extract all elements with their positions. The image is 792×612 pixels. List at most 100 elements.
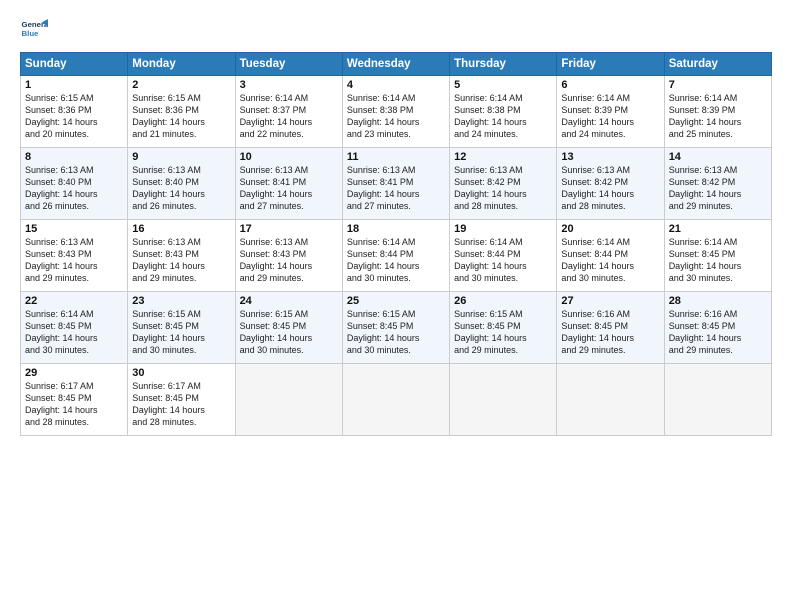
calendar-cell: 17Sunrise: 6:13 AMSunset: 8:43 PMDayligh…	[235, 220, 342, 292]
day-info: Sunrise: 6:13 AMSunset: 8:42 PMDaylight:…	[454, 164, 552, 213]
calendar-header-monday: Monday	[128, 53, 235, 76]
day-number: 16	[132, 223, 230, 235]
day-info: Sunrise: 6:15 AMSunset: 8:45 PMDaylight:…	[454, 308, 552, 357]
day-info: Sunrise: 6:13 AMSunset: 8:42 PMDaylight:…	[669, 164, 767, 213]
day-number: 9	[132, 151, 230, 163]
calendar-cell: 20Sunrise: 6:14 AMSunset: 8:44 PMDayligh…	[557, 220, 664, 292]
calendar-cell: 26Sunrise: 6:15 AMSunset: 8:45 PMDayligh…	[450, 292, 557, 364]
day-info: Sunrise: 6:14 AMSunset: 8:39 PMDaylight:…	[561, 92, 659, 141]
day-number: 10	[240, 151, 338, 163]
day-number: 13	[561, 151, 659, 163]
calendar-cell: 25Sunrise: 6:15 AMSunset: 8:45 PMDayligh…	[342, 292, 449, 364]
calendar-header-wednesday: Wednesday	[342, 53, 449, 76]
calendar-cell: 13Sunrise: 6:13 AMSunset: 8:42 PMDayligh…	[557, 148, 664, 220]
day-number: 8	[25, 151, 123, 163]
day-number: 25	[347, 295, 445, 307]
calendar-cell: 18Sunrise: 6:14 AMSunset: 8:44 PMDayligh…	[342, 220, 449, 292]
day-info: Sunrise: 6:13 AMSunset: 8:40 PMDaylight:…	[25, 164, 123, 213]
calendar-cell	[450, 364, 557, 436]
day-info: Sunrise: 6:15 AMSunset: 8:36 PMDaylight:…	[25, 92, 123, 141]
day-number: 30	[132, 367, 230, 379]
calendar-cell: 30Sunrise: 6:17 AMSunset: 8:45 PMDayligh…	[128, 364, 235, 436]
day-number: 28	[669, 295, 767, 307]
calendar-week-2: 8Sunrise: 6:13 AMSunset: 8:40 PMDaylight…	[21, 148, 772, 220]
day-info: Sunrise: 6:15 AMSunset: 8:45 PMDaylight:…	[240, 308, 338, 357]
day-number: 2	[132, 79, 230, 91]
day-info: Sunrise: 6:17 AMSunset: 8:45 PMDaylight:…	[132, 380, 230, 429]
calendar-week-5: 29Sunrise: 6:17 AMSunset: 8:45 PMDayligh…	[21, 364, 772, 436]
day-info: Sunrise: 6:15 AMSunset: 8:45 PMDaylight:…	[132, 308, 230, 357]
day-number: 18	[347, 223, 445, 235]
svg-text:Blue: Blue	[22, 29, 40, 38]
calendar-cell: 15Sunrise: 6:13 AMSunset: 8:43 PMDayligh…	[21, 220, 128, 292]
calendar-header-row: SundayMondayTuesdayWednesdayThursdayFrid…	[21, 53, 772, 76]
day-number: 7	[669, 79, 767, 91]
day-number: 21	[669, 223, 767, 235]
day-number: 20	[561, 223, 659, 235]
day-info: Sunrise: 6:15 AMSunset: 8:45 PMDaylight:…	[347, 308, 445, 357]
day-number: 11	[347, 151, 445, 163]
day-info: Sunrise: 6:14 AMSunset: 8:37 PMDaylight:…	[240, 92, 338, 141]
day-number: 12	[454, 151, 552, 163]
logo: General Blue	[20, 16, 52, 44]
calendar-header-thursday: Thursday	[450, 53, 557, 76]
day-number: 3	[240, 79, 338, 91]
day-number: 4	[347, 79, 445, 91]
day-info: Sunrise: 6:17 AMSunset: 8:45 PMDaylight:…	[25, 380, 123, 429]
calendar-cell: 7Sunrise: 6:14 AMSunset: 8:39 PMDaylight…	[664, 76, 771, 148]
day-info: Sunrise: 6:16 AMSunset: 8:45 PMDaylight:…	[561, 308, 659, 357]
day-info: Sunrise: 6:13 AMSunset: 8:43 PMDaylight:…	[240, 236, 338, 285]
day-number: 27	[561, 295, 659, 307]
calendar-cell: 22Sunrise: 6:14 AMSunset: 8:45 PMDayligh…	[21, 292, 128, 364]
day-info: Sunrise: 6:14 AMSunset: 8:44 PMDaylight:…	[454, 236, 552, 285]
calendar-header-saturday: Saturday	[664, 53, 771, 76]
calendar-cell: 11Sunrise: 6:13 AMSunset: 8:41 PMDayligh…	[342, 148, 449, 220]
day-info: Sunrise: 6:13 AMSunset: 8:42 PMDaylight:…	[561, 164, 659, 213]
calendar-cell: 23Sunrise: 6:15 AMSunset: 8:45 PMDayligh…	[128, 292, 235, 364]
calendar-cell: 29Sunrise: 6:17 AMSunset: 8:45 PMDayligh…	[21, 364, 128, 436]
day-number: 15	[25, 223, 123, 235]
calendar-cell: 27Sunrise: 6:16 AMSunset: 8:45 PMDayligh…	[557, 292, 664, 364]
day-number: 14	[669, 151, 767, 163]
calendar-cell: 19Sunrise: 6:14 AMSunset: 8:44 PMDayligh…	[450, 220, 557, 292]
day-info: Sunrise: 6:13 AMSunset: 8:41 PMDaylight:…	[347, 164, 445, 213]
day-info: Sunrise: 6:13 AMSunset: 8:43 PMDaylight:…	[25, 236, 123, 285]
day-info: Sunrise: 6:14 AMSunset: 8:38 PMDaylight:…	[347, 92, 445, 141]
day-info: Sunrise: 6:15 AMSunset: 8:36 PMDaylight:…	[132, 92, 230, 141]
day-number: 29	[25, 367, 123, 379]
calendar-cell	[342, 364, 449, 436]
calendar-week-1: 1Sunrise: 6:15 AMSunset: 8:36 PMDaylight…	[21, 76, 772, 148]
calendar-cell: 16Sunrise: 6:13 AMSunset: 8:43 PMDayligh…	[128, 220, 235, 292]
calendar-cell: 9Sunrise: 6:13 AMSunset: 8:40 PMDaylight…	[128, 148, 235, 220]
calendar-header-tuesday: Tuesday	[235, 53, 342, 76]
calendar-cell: 21Sunrise: 6:14 AMSunset: 8:45 PMDayligh…	[664, 220, 771, 292]
calendar-cell: 4Sunrise: 6:14 AMSunset: 8:38 PMDaylight…	[342, 76, 449, 148]
calendar-cell: 1Sunrise: 6:15 AMSunset: 8:36 PMDaylight…	[21, 76, 128, 148]
calendar-week-3: 15Sunrise: 6:13 AMSunset: 8:43 PMDayligh…	[21, 220, 772, 292]
calendar-cell: 3Sunrise: 6:14 AMSunset: 8:37 PMDaylight…	[235, 76, 342, 148]
day-info: Sunrise: 6:14 AMSunset: 8:39 PMDaylight:…	[669, 92, 767, 141]
calendar-cell	[235, 364, 342, 436]
calendar-cell: 6Sunrise: 6:14 AMSunset: 8:39 PMDaylight…	[557, 76, 664, 148]
day-number: 6	[561, 79, 659, 91]
calendar-cell: 10Sunrise: 6:13 AMSunset: 8:41 PMDayligh…	[235, 148, 342, 220]
day-number: 1	[25, 79, 123, 91]
calendar-cell: 28Sunrise: 6:16 AMSunset: 8:45 PMDayligh…	[664, 292, 771, 364]
calendar-cell: 2Sunrise: 6:15 AMSunset: 8:36 PMDaylight…	[128, 76, 235, 148]
day-info: Sunrise: 6:13 AMSunset: 8:40 PMDaylight:…	[132, 164, 230, 213]
day-number: 24	[240, 295, 338, 307]
calendar-cell	[664, 364, 771, 436]
day-number: 19	[454, 223, 552, 235]
day-info: Sunrise: 6:14 AMSunset: 8:45 PMDaylight:…	[25, 308, 123, 357]
day-info: Sunrise: 6:16 AMSunset: 8:45 PMDaylight:…	[669, 308, 767, 357]
page: General Blue SundayMondayTuesdayWednesda…	[0, 0, 792, 612]
day-info: Sunrise: 6:13 AMSunset: 8:43 PMDaylight:…	[132, 236, 230, 285]
day-info: Sunrise: 6:14 AMSunset: 8:38 PMDaylight:…	[454, 92, 552, 141]
calendar-cell: 14Sunrise: 6:13 AMSunset: 8:42 PMDayligh…	[664, 148, 771, 220]
day-number: 5	[454, 79, 552, 91]
day-info: Sunrise: 6:14 AMSunset: 8:44 PMDaylight:…	[347, 236, 445, 285]
calendar-cell: 12Sunrise: 6:13 AMSunset: 8:42 PMDayligh…	[450, 148, 557, 220]
calendar-cell: 24Sunrise: 6:15 AMSunset: 8:45 PMDayligh…	[235, 292, 342, 364]
day-info: Sunrise: 6:13 AMSunset: 8:41 PMDaylight:…	[240, 164, 338, 213]
header: General Blue	[20, 16, 772, 44]
